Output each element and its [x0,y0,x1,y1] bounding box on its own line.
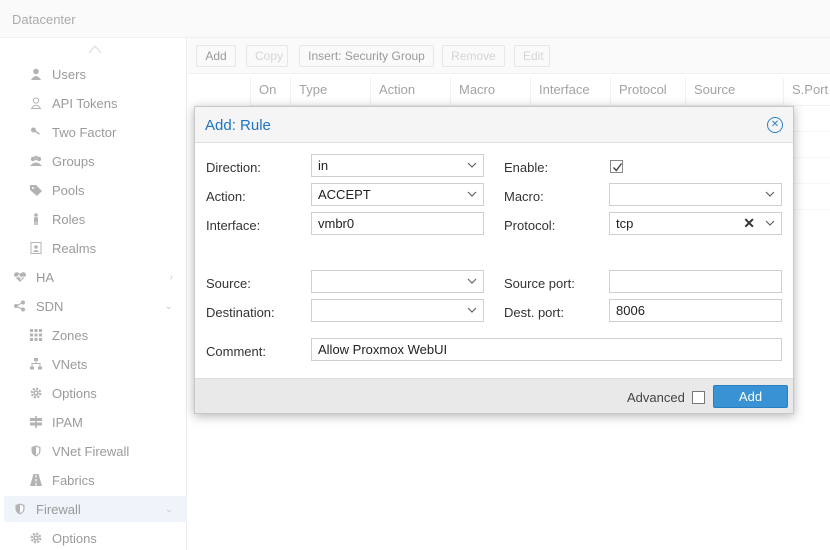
dest-port-label: Dest. port: [504,305,564,320]
chevron-down-icon[interactable] [467,277,477,285]
action-select[interactable]: ACCEPT [311,183,484,206]
chevron-down-icon[interactable] [467,306,477,314]
macro-select[interactable] [609,183,782,206]
protocol-select[interactable]: tcp ✕ [609,212,782,235]
chevron-down-icon[interactable] [765,219,775,227]
macro-label: Macro: [504,189,544,204]
clear-icon[interactable]: ✕ [743,213,755,234]
destination-select[interactable] [311,299,484,322]
advanced-label: Advanced [627,390,685,405]
dialog-title: Add: Rule [205,117,271,134]
add-rule-dialog: Add: Rule ✕ Direction: in Enable: Action… [194,106,794,414]
chevron-down-icon[interactable] [765,190,775,198]
protocol-label: Protocol: [504,218,556,233]
interface-label: Interface: [206,218,261,233]
action-value: ACCEPT [318,187,371,202]
enable-label: Enable: [504,160,549,175]
protocol-value: tcp [616,216,634,231]
source-label: Source: [206,276,251,291]
source-port-label: Source port: [504,276,575,291]
comment-label: Comment: [206,344,266,359]
comment-input[interactable] [311,338,782,361]
interface-input[interactable] [311,212,484,235]
dest-port-input[interactable] [609,299,782,322]
dialog-footer: Advanced Add [195,378,793,413]
direction-value: in [318,158,329,173]
advanced-checkbox[interactable] [692,391,705,404]
destination-label: Destination: [206,305,275,320]
app-window: Datacenter Users API Tokens Two Factor G… [0,0,830,550]
direction-select[interactable]: in [311,154,484,177]
close-icon[interactable]: ✕ [767,117,783,133]
check-icon [612,163,623,172]
chevron-down-icon[interactable] [467,161,477,169]
action-label: Action: [206,189,246,204]
dialog-header: Add: Rule ✕ [195,107,793,143]
chevron-down-icon[interactable] [467,190,477,198]
enable-checkbox[interactable] [610,160,623,173]
direction-label: Direction: [206,160,261,175]
source-port-input[interactable] [609,270,782,293]
dialog-add-button[interactable]: Add [713,385,788,408]
source-select[interactable] [311,270,484,293]
